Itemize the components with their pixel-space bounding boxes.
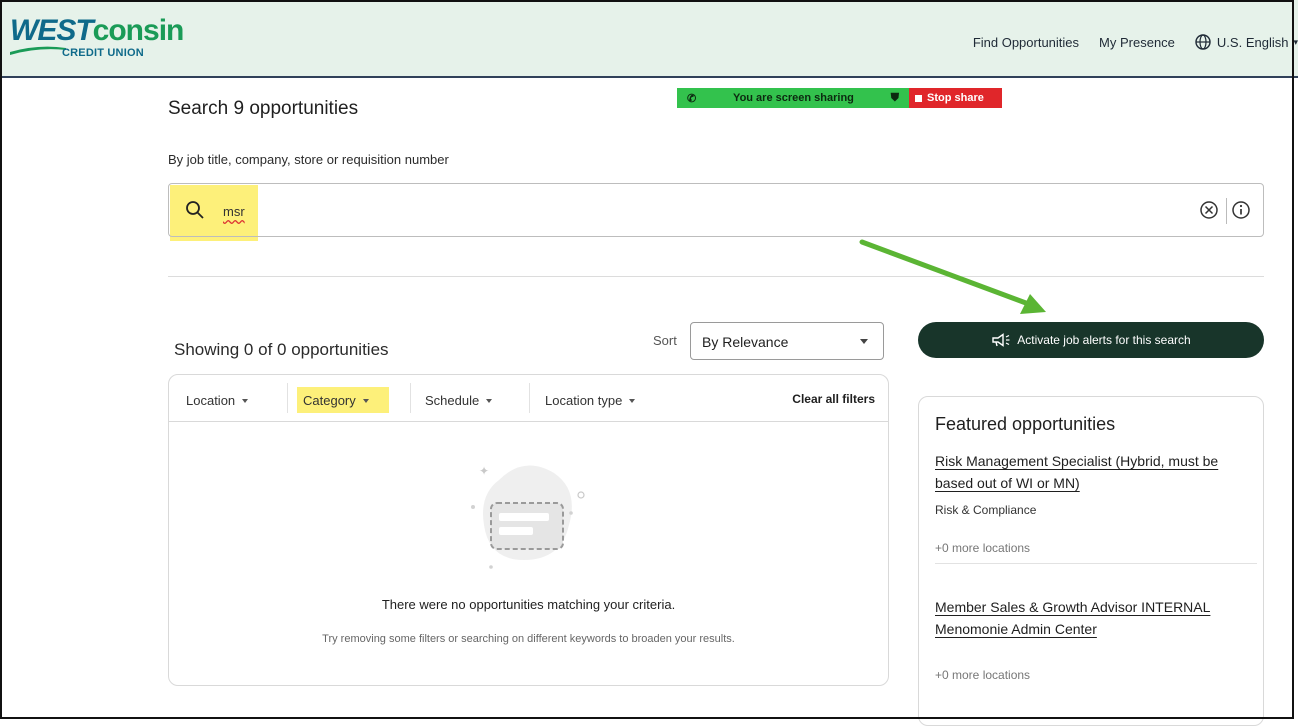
activate-job-alerts-label: Activate job alerts for this search (1017, 333, 1191, 347)
shield-icon: ⛊ (890, 91, 899, 104)
westconsin-logo[interactable]: WESTconsin CREDIT UNION (10, 14, 190, 64)
stop-square-icon (915, 94, 922, 102)
language-selector[interactable]: U.S. English ▾ (1195, 34, 1298, 50)
filter-category-label: Category (303, 393, 356, 408)
caret-down-icon (860, 339, 868, 344)
featured-job-link[interactable]: Risk Management Specialist (Hybrid, must… (935, 450, 1255, 494)
featured-job-locations: +0 more locations (935, 668, 1031, 682)
empty-results-title: There were no opportunities matching you… (381, 597, 676, 612)
activate-job-alerts-button[interactable]: Activate job alerts for this search (918, 322, 1264, 358)
clear-all-filters-link[interactable]: Clear all filters (792, 392, 875, 406)
screen-share-bar: ✆ You are screen sharing ⛊ Stop share (677, 88, 1002, 108)
search-value[interactable]: msr (223, 204, 245, 219)
featured-job-locations: +0 more locations (935, 541, 1031, 555)
clear-icon[interactable] (1199, 200, 1219, 220)
section-divider (168, 276, 1264, 277)
filter-location-type-label: Location type (545, 393, 623, 408)
screen-share-status: ✆ You are screen sharing ⛊ (677, 88, 909, 108)
filter-location[interactable]: Location (186, 393, 249, 408)
stop-share-label: Stop share (927, 92, 984, 104)
featured-job-link[interactable]: Member Sales & Growth Advisor INTERNAL M… (935, 596, 1255, 640)
site-header: WESTconsin CREDIT UNION Find Opportuniti… (0, 0, 1298, 78)
caret-down-icon (362, 398, 369, 403)
caret-down-icon (486, 398, 493, 403)
top-nav: Find Opportunities My Presence U.S. Engl… (973, 34, 1298, 50)
page-title: Search 9 opportunities (168, 98, 359, 119)
featured-divider (935, 563, 1257, 564)
results-panel: Location Category Schedule Location type… (168, 374, 889, 686)
featured-heading: Featured opportunities (935, 414, 1116, 434)
annotation-arrow-icon (859, 239, 1046, 314)
nav-find-opportunities[interactable]: Find Opportunities (973, 35, 1079, 50)
globe-icon (1195, 34, 1211, 50)
caret-down-icon (242, 398, 249, 403)
sort-value: By Relevance (702, 334, 789, 350)
logo-subtitle: CREDIT UNION (62, 47, 144, 59)
language-label: U.S. English (1216, 34, 1289, 50)
filter-category[interactable]: Category (303, 393, 369, 408)
nav-my-presence[interactable]: My Presence (1099, 35, 1175, 50)
filter-schedule-label: Schedule (425, 393, 480, 408)
featured-opportunities-panel: Featured opportunities Risk Management S… (918, 396, 1264, 726)
results-count: Showing 0 of 0 opportunities (174, 340, 389, 359)
filter-location-label: Location (186, 393, 236, 408)
featured-job-category: Risk & Compliance (935, 503, 1037, 517)
filter-separator (287, 383, 288, 413)
screen-share-text: You are screen sharing (733, 92, 854, 104)
search-hint: By job title, company, store or requisit… (168, 152, 449, 167)
search-input[interactable]: msr (168, 183, 1264, 237)
filter-schedule[interactable]: Schedule (425, 393, 493, 408)
logo-consin-text: consin (92, 14, 185, 47)
empty-results-hint: Try removing some filters or searching o… (322, 633, 735, 645)
search-separator (1226, 198, 1227, 224)
megaphone-icon (992, 333, 1010, 347)
info-icon[interactable] (1231, 200, 1251, 220)
filter-bar: Location Category Schedule Location type… (169, 375, 888, 422)
svg-text:✦: ✦ (479, 464, 489, 478)
filter-separator (410, 383, 411, 413)
filter-separator (529, 383, 530, 413)
phone-icon: ✆ (687, 92, 697, 105)
search-icon (186, 201, 204, 219)
sort-select[interactable]: By Relevance (690, 322, 884, 360)
logo-swoosh-icon (10, 46, 66, 55)
caret-down-icon (629, 398, 636, 403)
stop-share-button[interactable]: Stop share (909, 88, 1002, 108)
empty-results-illustration: ✦ (471, 464, 585, 569)
chevron-down-icon: ▾ (1293, 36, 1298, 47)
filter-location-type[interactable]: Location type (545, 393, 636, 408)
sort-label: Sort (653, 333, 677, 348)
